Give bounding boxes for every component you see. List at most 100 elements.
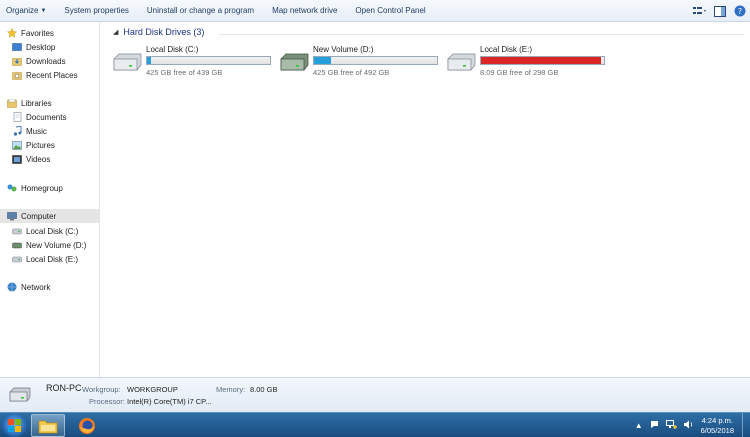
drive-tile-e[interactable]: Local Disk (E:) 8.09 GB free of 298 GB — [445, 45, 610, 85]
nav-drive-d-label: New Volume (D:) — [26, 240, 87, 250]
drive-name: Local Disk (C:) — [146, 45, 199, 54]
nav-downloads[interactable]: Downloads — [0, 54, 99, 68]
drive-free-space: 425 GB free of 492 GB — [313, 68, 390, 77]
nav-music[interactable]: Music — [0, 124, 99, 138]
nav-homegroup-label: Homegroup — [21, 183, 63, 193]
nav-videos-label: Videos — [26, 154, 51, 164]
uninstall-program-label: Uninstall or change a program — [146, 6, 255, 15]
network-icon — [7, 282, 17, 292]
firefox-icon — [79, 417, 95, 434]
nav-downloads-label: Downloads — [26, 56, 66, 66]
drive-usage-fill — [481, 57, 601, 64]
organize-label: Organize — [6, 6, 39, 15]
chevron-down-icon: ▼ — [40, 7, 47, 14]
taskbar-explorer-button[interactable] — [31, 414, 65, 437]
nav-pictures[interactable]: Pictures — [0, 138, 99, 152]
libraries-icon — [7, 98, 17, 108]
taskbar: ▲ 4:24 p.m. 6/05/2018 — [0, 412, 750, 437]
drive-tile-d[interactable]: New Volume (D:) 425 GB free of 492 GB — [278, 45, 443, 85]
hard-drive-icon — [280, 53, 309, 71]
computer-icon — [7, 211, 17, 221]
nav-drive-e-label: Local Disk (E:) — [26, 254, 79, 264]
group-header[interactable]: ◢ Hard Disk Drives (3) — [113, 27, 204, 37]
nav-computer-label: Computer — [21, 211, 57, 221]
nav-drive-c-label: Local Disk (C:) — [26, 226, 79, 236]
drive-name: New Volume (D:) — [313, 45, 374, 54]
nav-homegroup[interactable]: Homegroup — [0, 181, 99, 195]
start-button[interactable] — [2, 414, 27, 437]
downloads-folder-icon — [12, 56, 22, 66]
nav-videos[interactable]: Videos — [0, 152, 99, 166]
nav-documents[interactable]: Documents — [0, 110, 99, 124]
nav-drive-c[interactable]: Local Disk (C:) — [0, 224, 99, 238]
change-view-icon[interactable] — [690, 2, 710, 20]
map-network-drive-button[interactable]: Map network drive — [263, 0, 346, 22]
show-hidden-icons-icon[interactable]: ▲ — [635, 421, 643, 430]
computer-icon — [9, 387, 31, 402]
recent-places-icon — [12, 70, 22, 80]
details-pane: RON-PC Workgroup: WORKGROUP Memory: 8.00… — [0, 377, 750, 412]
nav-music-label: Music — [26, 126, 47, 136]
system-properties-label: System properties — [64, 6, 129, 15]
drive-free-space: 425 GB free of 439 GB — [146, 68, 223, 77]
nav-network[interactable]: Network — [0, 280, 99, 294]
drive-tile-c[interactable]: Local Disk (C:) 425 GB free of 439 GB — [111, 45, 276, 85]
map-network-drive-label: Map network drive — [272, 6, 338, 15]
hard-drive-icon — [12, 226, 22, 236]
memory-label: Memory: — [216, 385, 246, 394]
nav-favorites[interactable]: Favorites — [0, 26, 99, 40]
homegroup-icon — [7, 183, 17, 193]
nav-drive-e[interactable]: Local Disk (E:) — [0, 252, 99, 266]
drive-free-space: 8.09 GB free of 298 GB — [480, 68, 559, 77]
uninstall-program-button[interactable]: Uninstall or change a program — [138, 0, 263, 22]
star-icon — [7, 28, 17, 38]
drive-usage-bar — [146, 56, 271, 65]
hard-drive-icon — [12, 240, 22, 250]
help-icon[interactable]: ? — [730, 2, 750, 20]
open-control-panel-button[interactable]: Open Control Panel — [346, 0, 434, 22]
svg-text:?: ? — [738, 7, 742, 16]
clock-date: 6/05/2018 — [700, 425, 734, 435]
processor-label: Processor: — [89, 397, 125, 406]
system-properties-button[interactable]: System properties — [55, 0, 137, 22]
videos-icon — [12, 154, 22, 164]
drive-usage-bar — [480, 56, 605, 65]
desktop-icon — [12, 42, 22, 52]
taskbar-firefox-button[interactable] — [70, 414, 104, 437]
memory-value: 8.00 GB — [250, 385, 278, 394]
command-bar: Organize ▼ System properties Uninstall o… — [0, 0, 750, 22]
nav-network-label: Network — [21, 282, 51, 292]
nav-documents-label: Documents — [26, 112, 67, 122]
windows-logo-icon — [8, 419, 21, 432]
show-desktop-button[interactable] — [742, 413, 750, 437]
action-center-icon[interactable] — [650, 420, 659, 431]
music-icon — [12, 126, 22, 136]
open-control-panel-label: Open Control Panel — [355, 6, 426, 15]
clock-time: 4:24 p.m. — [701, 415, 733, 425]
drive-name: Local Disk (E:) — [480, 45, 533, 54]
processor-value: Intel(R) Core(TM) i7 CP... — [127, 397, 212, 406]
nav-computer[interactable]: Computer — [0, 209, 99, 223]
network-status-icon[interactable] — [665, 420, 677, 431]
nav-libraries-label: Libraries — [21, 98, 52, 108]
drive-usage-bar — [313, 56, 438, 65]
navigation-pane: Favorites Desktop Downloads Recent Place… — [0, 22, 100, 377]
nav-desktop[interactable]: Desktop — [0, 40, 99, 54]
drive-usage-fill — [314, 57, 331, 64]
system-tray: ▲ 4:24 p.m. 6/05/2018 — [635, 413, 750, 437]
computer-name: RON-PC — [46, 383, 82, 393]
content-pane: ◢ Hard Disk Drives (3) Local Disk (C:) 4… — [101, 22, 750, 377]
nav-recent-places-label: Recent Places — [26, 70, 78, 80]
organize-button[interactable]: Organize ▼ — [0, 0, 55, 22]
clock[interactable]: 4:24 p.m. 6/05/2018 — [701, 416, 734, 436]
preview-pane-icon[interactable] — [710, 2, 730, 20]
group-divider — [219, 34, 744, 35]
nav-desktop-label: Desktop — [26, 42, 56, 52]
nav-pictures-label: Pictures — [26, 140, 55, 150]
workgroup-value: WORKGROUP — [127, 385, 178, 394]
group-title: Hard Disk Drives (3) — [123, 27, 205, 37]
volume-icon[interactable] — [683, 420, 694, 431]
nav-drive-d[interactable]: New Volume (D:) — [0, 238, 99, 252]
nav-libraries[interactable]: Libraries — [0, 96, 99, 110]
nav-recent-places[interactable]: Recent Places — [0, 68, 99, 82]
